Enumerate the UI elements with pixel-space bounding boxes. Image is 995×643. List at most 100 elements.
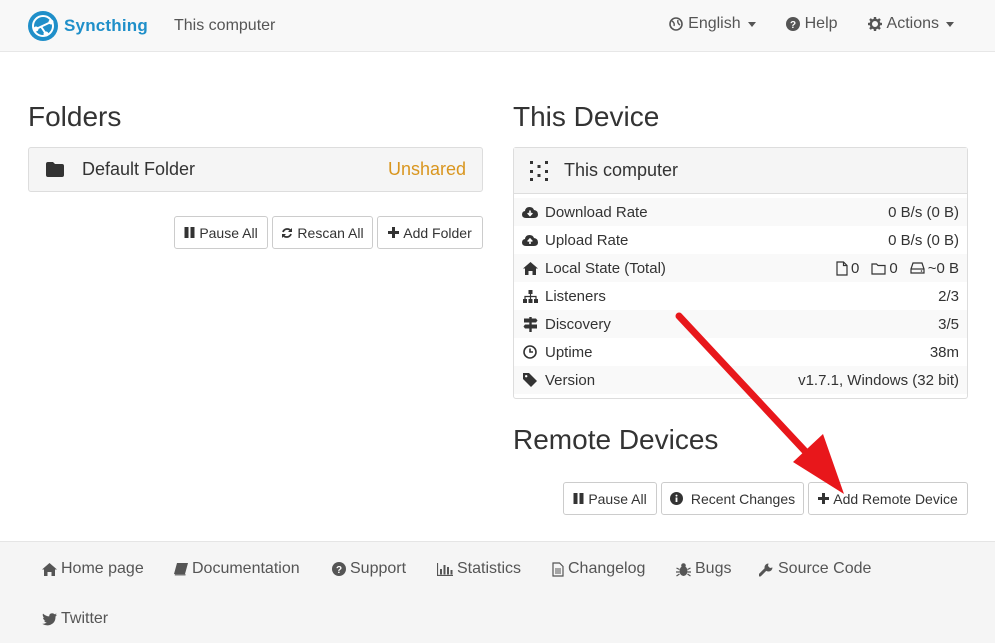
plus-icon [388, 227, 400, 238]
sitemap-icon [522, 289, 538, 303]
add-folder-button[interactable]: Add Folder [377, 216, 483, 249]
brand[interactable]: Syncthing [27, 9, 148, 43]
footer-link-label: Twitter [61, 610, 109, 627]
stat-row-download-rate: Download Rate 0 B/s (0 B) [514, 198, 967, 226]
add-remote-device-label: Add Remote Device [833, 490, 958, 507]
footer-link-documentation[interactable]: Documentation [174, 560, 300, 578]
actions-dropdown[interactable]: Actions [867, 15, 954, 33]
question-circle-icon: ? [332, 562, 346, 576]
hdd-icon [910, 262, 925, 274]
remote-devices-heading: Remote Devices [513, 424, 719, 455]
footer-link-source-code[interactable]: Source Code [759, 560, 871, 578]
pause-all-devices-button[interactable]: Pause All [563, 482, 657, 515]
file-count-value: 0 [851, 259, 860, 277]
stat-row-listeners: Listeners 2/3 [514, 282, 967, 310]
stat-value: 2/3 [938, 287, 959, 305]
rescan-all-button[interactable]: Rescan All [272, 216, 373, 249]
local-state-values: 0 0 ~0 B [824, 260, 959, 277]
this-device-name: This computer [564, 160, 679, 180]
folder-label: Default Folder [82, 159, 196, 179]
navbar-menu: English ? Help Actions [639, 15, 954, 33]
folders-heading: Folders [28, 101, 122, 132]
stat-label: Version [545, 371, 596, 389]
footer-link-label: Documentation [192, 560, 300, 577]
actions-label: Actions [886, 15, 939, 32]
gear-icon [867, 17, 882, 31]
recent-changes-button[interactable]: Recent Changes [661, 482, 804, 515]
navbar: Syncthing This computer English ? Help A… [0, 0, 995, 52]
stat-row-discovery: Discovery 3/5 [514, 310, 967, 338]
tag-icon [522, 373, 538, 387]
add-remote-device-button[interactable]: Add Remote Device [808, 482, 968, 515]
footer-link-bugs[interactable]: Bugs [676, 560, 731, 578]
footer-link-twitter[interactable]: Twitter [42, 610, 108, 628]
footer-link-statistics[interactable]: Statistics [437, 560, 521, 578]
stat-value: 38m [929, 343, 959, 361]
chevron-down-icon [946, 21, 954, 27]
add-folder-label: Add Folder [403, 224, 472, 241]
rescan-all-label: Rescan All [297, 224, 364, 241]
recent-changes-label: Recent Changes [690, 490, 796, 507]
bar-chart-icon [437, 562, 453, 576]
device-identicon-icon [530, 160, 548, 181]
stat-label: Listeners [545, 287, 606, 305]
refresh-icon [282, 227, 293, 238]
stat-value: 0 B/s (0 B) [888, 231, 959, 249]
navbar-device-name: This computer [174, 17, 276, 34]
footer-link-home-page[interactable]: Home page [42, 560, 144, 578]
file-icon [836, 260, 848, 276]
folder-outline-icon [871, 262, 886, 275]
folder-count-value: 0 [889, 259, 898, 277]
svg-text:?: ? [790, 20, 796, 31]
footer-link-changelog[interactable]: Changelog [552, 560, 645, 578]
globe-icon [669, 17, 683, 31]
footer-link-label: Source Code [778, 560, 872, 577]
cloud-download-icon [522, 206, 538, 219]
footer-link-label: Support [350, 560, 407, 577]
help-label: Help [804, 15, 838, 32]
syncthing-logo-icon [28, 11, 58, 41]
question-circle-icon: ? [785, 17, 800, 31]
cloud-upload-icon [522, 234, 538, 247]
stat-row-version: Version v1.7.1, Windows (32 bit) [514, 366, 967, 394]
stat-label: Uptime [545, 343, 593, 361]
pause-all-folders-button[interactable]: Pause All [174, 216, 268, 249]
home-icon [522, 261, 538, 275]
stat-label: Upload Rate [545, 231, 629, 249]
storage-size-value: ~0 B [927, 259, 959, 277]
help-button[interactable]: ? Help [785, 15, 838, 33]
clock-icon [522, 345, 538, 359]
stat-row-uptime: Uptime 38m [514, 338, 967, 366]
stat-value: 3/5 [938, 315, 959, 333]
brand-name: Syncthing [64, 16, 148, 35]
chevron-down-icon [747, 21, 756, 27]
pause-all-label: Pause All [199, 224, 258, 241]
this-device-panel: This computer Download Rate 0 B/s (0 B) … [513, 147, 968, 399]
folder-count: 0 [871, 259, 898, 277]
folder-status-badge: Unshared [387, 159, 466, 179]
storage-size: ~0 B [910, 260, 959, 277]
stat-value: 0 B/s (0 B) [888, 203, 959, 221]
book-icon [174, 562, 188, 575]
stat-label: Local State (Total) [545, 259, 666, 277]
this-device-heading: This Device [513, 101, 660, 132]
stat-label: Download Rate [545, 203, 648, 221]
language-label: English [688, 15, 741, 32]
plus-icon [818, 493, 830, 504]
device-stats-table: Download Rate 0 B/s (0 B) Upload Rate 0 … [514, 194, 967, 394]
folder-panel-default[interactable]: Default Folder Unshared [28, 147, 483, 192]
footer-link-label: Home page [61, 560, 144, 577]
language-dropdown[interactable]: English [669, 15, 756, 33]
signpost-icon [522, 316, 538, 332]
file-text-icon [552, 561, 564, 577]
pause-icon [573, 493, 584, 504]
pause-all-label: Pause All [588, 490, 647, 507]
stat-row-local-state: Local State (Total) 0 0 ~0 B [514, 254, 967, 282]
footer-link-label: Statistics [457, 560, 522, 577]
footer-link-support[interactable]: ? Support [332, 560, 406, 578]
stat-label: Discovery [545, 315, 611, 333]
folder-icon [46, 162, 64, 177]
footer: Home page Documentation ? Support Statis… [0, 541, 995, 643]
this-device-header[interactable]: This computer [514, 148, 967, 194]
wrench-icon [759, 563, 773, 576]
